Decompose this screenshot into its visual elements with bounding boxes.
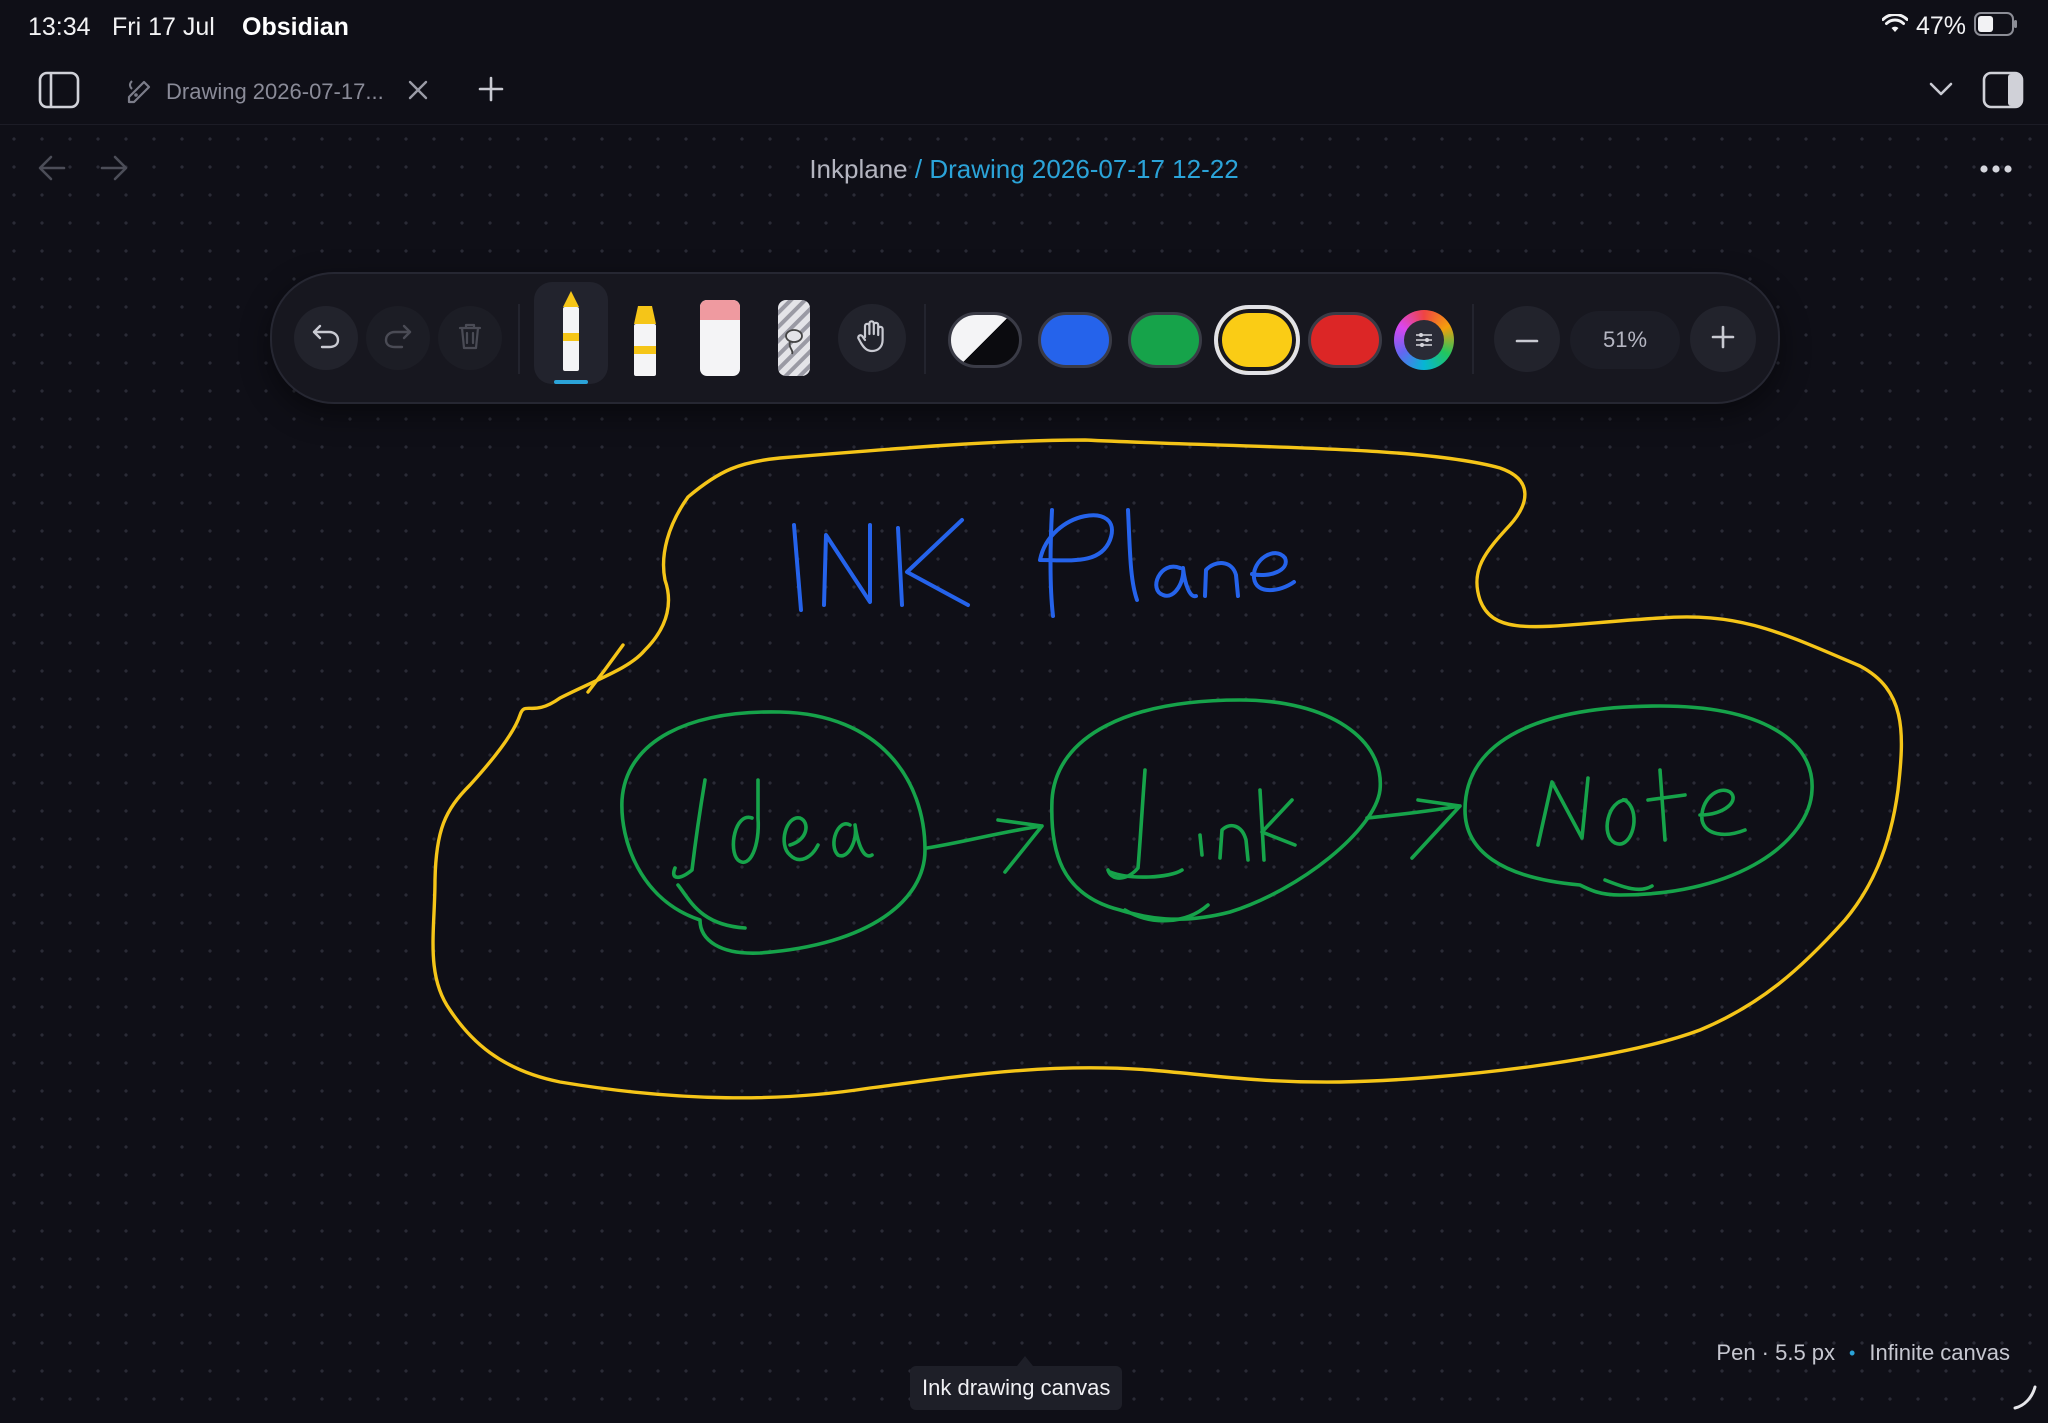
zoom-out-button[interactable] bbox=[1494, 306, 1560, 372]
tab-list-dropdown-button[interactable] bbox=[1924, 76, 1958, 106]
ios-status-bar: 13:34 Fri 17 Jul Obsidian 47% bbox=[0, 0, 2048, 56]
zoom-level[interactable]: 51% bbox=[1570, 311, 1680, 369]
color-settings-icon bbox=[1404, 320, 1444, 360]
lasso-icon bbox=[776, 298, 812, 383]
drawing-toolbar: 51% bbox=[270, 272, 1780, 404]
status-icons: 47% bbox=[1881, 12, 2018, 41]
tooltip-arrow bbox=[1017, 1356, 1033, 1366]
plus-icon bbox=[477, 75, 505, 108]
lasso-tool-button[interactable] bbox=[766, 292, 822, 388]
tab-bar: Drawing 2026-07-17... bbox=[0, 60, 2048, 125]
app-name: Obsidian bbox=[242, 13, 349, 41]
more-options-button[interactable] bbox=[1976, 152, 2016, 188]
color-swatch-red[interactable] bbox=[1308, 312, 1382, 368]
minus-icon bbox=[1515, 330, 1539, 348]
toggle-right-sidebar-button[interactable] bbox=[1980, 70, 2026, 114]
chevron-down-icon bbox=[1928, 81, 1954, 102]
redo-icon bbox=[383, 322, 413, 355]
wifi-icon bbox=[1881, 13, 1909, 39]
clock: 13:34 bbox=[28, 13, 91, 41]
eraser-tool-button[interactable] bbox=[690, 292, 750, 388]
plus-icon bbox=[1711, 325, 1735, 354]
toolbar-divider bbox=[924, 304, 926, 374]
pen-drawing-icon bbox=[124, 75, 154, 110]
tab-drawing[interactable]: Drawing 2026-07-17... bbox=[110, 68, 450, 116]
sidebar-left-icon bbox=[38, 71, 80, 114]
breadcrumb: Inkplane / Drawing 2026-07-17 12-22 bbox=[0, 154, 2048, 185]
close-tab-icon[interactable] bbox=[406, 78, 430, 107]
highlighter-tool-button[interactable] bbox=[618, 292, 672, 388]
active-tool-indicator bbox=[554, 380, 588, 384]
breadcrumb-folder[interactable]: Inkplane bbox=[809, 154, 907, 184]
color-swatch-black-white[interactable] bbox=[948, 312, 1022, 368]
breadcrumb-file[interactable]: Drawing 2026-07-17 12-22 bbox=[929, 154, 1238, 184]
hand-tool-button[interactable] bbox=[838, 304, 906, 372]
toolbar-divider bbox=[518, 304, 520, 374]
more-horizontal-icon bbox=[1979, 161, 2013, 179]
canvas-status-readout: Pen · 5.5 px • Infinite canvas bbox=[1716, 1340, 2010, 1366]
status-separator: • bbox=[1849, 1342, 1856, 1363]
view-header: Inkplane / Drawing 2026-07-17 12-22 bbox=[0, 136, 2048, 204]
hand-icon bbox=[856, 319, 888, 358]
new-tab-button[interactable] bbox=[474, 74, 508, 108]
toolbar-divider bbox=[1472, 304, 1474, 374]
clear-canvas-button[interactable] bbox=[438, 306, 502, 370]
resize-handle-icon[interactable] bbox=[2010, 1382, 2040, 1417]
undo-icon bbox=[311, 322, 341, 355]
canvas-tooltip: Ink drawing canvas bbox=[910, 1366, 1123, 1410]
tool-info: Pen · 5.5 px bbox=[1716, 1340, 1836, 1365]
undo-button[interactable] bbox=[294, 306, 358, 370]
date: Fri 17 Jul bbox=[112, 13, 215, 41]
pen-tool-icon bbox=[559, 289, 583, 378]
highlighter-icon bbox=[632, 298, 658, 383]
tab-title: Drawing 2026-07-17... bbox=[166, 79, 384, 104]
color-swatch-yellow-selected[interactable] bbox=[1214, 305, 1300, 375]
redo-button[interactable] bbox=[366, 306, 430, 370]
zoom-in-button[interactable] bbox=[1690, 306, 1756, 372]
battery-icon bbox=[1974, 12, 2018, 41]
eraser-icon bbox=[698, 298, 742, 383]
battery-percent: 47% bbox=[1915, 12, 1966, 40]
sidebar-right-icon bbox=[1982, 71, 2024, 114]
canvas-mode: Infinite canvas bbox=[1869, 1340, 2010, 1365]
custom-color-button[interactable] bbox=[1394, 310, 1454, 370]
pen-tool-button[interactable] bbox=[534, 282, 608, 384]
toggle-left-sidebar-button[interactable] bbox=[36, 70, 82, 114]
color-swatch-green[interactable] bbox=[1128, 312, 1202, 368]
breadcrumb-separator: / bbox=[914, 154, 923, 184]
color-swatch-blue[interactable] bbox=[1038, 312, 1112, 368]
trash-icon bbox=[457, 321, 483, 356]
